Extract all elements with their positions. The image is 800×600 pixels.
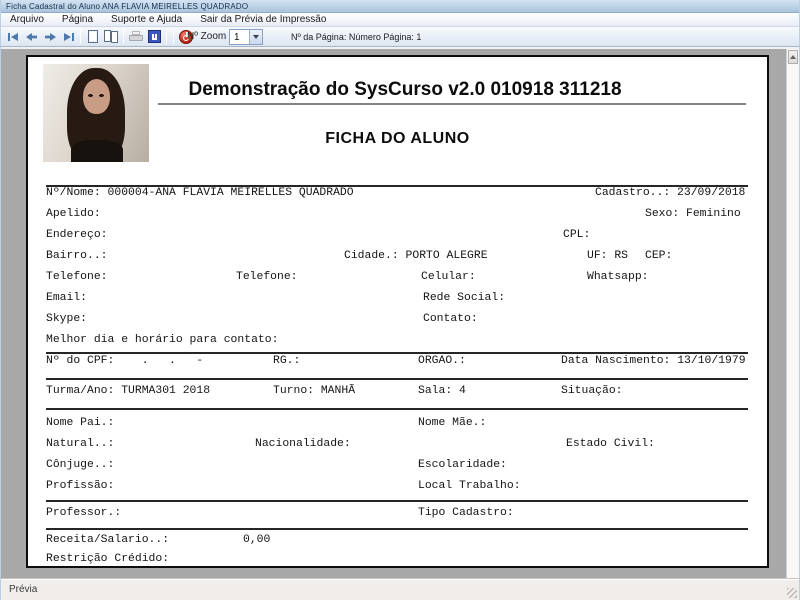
field-escolaridade: Escolaridade: (418, 459, 507, 471)
menu-arquivo[interactable]: Arquivo (1, 13, 53, 26)
field-melhor-dia: Melhor dia e horário para contato: (46, 334, 279, 346)
page-number-label: Nº da Página: Número Página: 1 (291, 31, 422, 42)
window-title: Ficha Cadastral do Aluno ANA FLAVIA MEIR… (6, 1, 249, 11)
last-page-icon (64, 32, 74, 41)
section-divider (46, 528, 748, 530)
scrollbar-thumb[interactable] (788, 50, 798, 64)
field-profissao: Profissão: (46, 480, 115, 492)
report-title-underline (158, 103, 746, 105)
preview-window: Ficha Cadastral do Aluno ANA FLAVIA MEIR… (0, 0, 800, 600)
preview-area: Demonstração do SysCurso v2.0 010918 311… (1, 47, 799, 578)
field-restricao-credito: Restrição Crédido: (46, 553, 170, 565)
field-situacao: Situação: (561, 385, 623, 397)
next-page-icon (45, 32, 56, 41)
section-divider (46, 500, 748, 502)
field-estado-civil: Estado Civil: (566, 438, 655, 450)
toolbar-separator (166, 29, 167, 44)
field-sexo: Sexo: Feminino (645, 208, 741, 220)
one-page-view-button[interactable] (85, 29, 101, 45)
resize-grip[interactable] (787, 588, 797, 598)
field-apelido: Apelido: (46, 208, 101, 220)
field-cpl: CPL: (563, 229, 591, 241)
field-endereco: Endereço: (46, 229, 108, 241)
field-skype: Skype: (46, 313, 88, 325)
field-receita-salario: Receita/Salario..: (46, 534, 170, 546)
window-titlebar[interactable]: Ficha Cadastral do Aluno ANA FLAVIA MEIR… (1, 0, 799, 13)
field-orgao: ORGAO.: (418, 355, 466, 367)
field-telefone-2: Telefone: (236, 271, 298, 283)
toolbar: Nº Zoom 1 Nº da Página: Número Página: 1 (1, 27, 799, 47)
field-cep: CEP: (645, 250, 673, 262)
toolbar-separator (123, 29, 124, 44)
section-divider (46, 408, 748, 410)
last-page-button[interactable] (60, 29, 76, 45)
field-receita-valor: 0,00 (243, 534, 271, 546)
field-nome-mae: Nome Mãe.: (418, 417, 487, 429)
field-cadastro: Cadastro..: 23/09/2018 (595, 187, 746, 199)
two-page-view-icon (104, 30, 118, 43)
field-cidade: Cidade.: PORTO ALEGRE (344, 250, 488, 262)
field-rede-social: Rede Social: (423, 292, 506, 304)
document-page: Demonstração do SysCurso v2.0 010918 311… (26, 55, 769, 568)
menu-suporte-e-ajuda[interactable]: Suporte e Ajuda (102, 13, 191, 26)
field-rg: RG.: (273, 355, 301, 367)
menu-sair-da-previa[interactable]: Sair da Prévia de Impressão (191, 13, 335, 26)
zoom-label: Nº Zoom (187, 31, 227, 42)
field-tipo-cadastro: Tipo Cadastro: (418, 507, 514, 519)
print-setup-icon (147, 30, 161, 43)
report-title: Demonstração do SysCurso v2.0 010918 311… (188, 79, 622, 100)
field-celular: Celular: (421, 271, 476, 283)
field-sala: Sala: 4 (418, 385, 466, 397)
one-page-view-icon (88, 30, 98, 43)
menu-bar: Arquivo Página Suporte e Ajuda Sair da P… (1, 13, 799, 27)
report-heading: FICHA DO ALUNO (325, 130, 470, 147)
print-button[interactable] (128, 29, 144, 45)
field-cpf: Nº do CPF: . . - (46, 355, 204, 367)
print-setup-button[interactable] (146, 29, 162, 45)
field-turma-ano: Turma/Ano: TURMA301 2018 (46, 385, 211, 397)
next-page-button[interactable] (42, 29, 58, 45)
first-page-icon (8, 32, 18, 41)
toolbar-separator (80, 29, 81, 44)
field-telefone-1: Telefone: (46, 271, 108, 283)
vertical-scrollbar[interactable] (786, 49, 799, 578)
field-nacionalidade: Nacionalidade: (255, 438, 351, 450)
zoom-value: 1 (234, 32, 240, 43)
field-natural: Natural..: (46, 438, 115, 450)
two-page-view-button[interactable] (103, 29, 119, 45)
field-bairro: Bairro..: (46, 250, 108, 262)
field-uf: UF: RS (587, 250, 629, 262)
field-professor: Professor.: (46, 507, 122, 519)
printer-icon (129, 30, 143, 43)
previous-page-button[interactable] (24, 29, 40, 45)
field-numero-nome: Nº/Nome: 000004-ANA FLAVIA MEIRELLES QUA… (46, 187, 354, 199)
zoom-select[interactable]: 1 (229, 29, 263, 45)
field-contato: Contato: (423, 313, 478, 325)
field-nome-pai: Nome Pai.: (46, 417, 115, 429)
section-divider (46, 185, 748, 187)
field-conjuge: Cônjuge..: (46, 459, 115, 471)
menu-pagina[interactable]: Página (53, 13, 102, 26)
field-whatsapp: Whatsapp: (587, 271, 649, 283)
field-data-nascimento: Data Nascimento: 13/10/1979 (561, 355, 746, 367)
first-page-button[interactable] (6, 29, 22, 45)
previous-page-icon (26, 32, 37, 41)
section-divider (46, 378, 748, 380)
field-email: Email: (46, 292, 88, 304)
toolbar-separator (173, 29, 174, 44)
chevron-down-icon[interactable] (249, 30, 262, 44)
field-turno: Turno: MANHÃ (273, 385, 356, 397)
field-local-trabalho: Local Trabalho: (418, 480, 521, 492)
section-divider (46, 352, 748, 354)
status-bar: Prévia (1, 578, 799, 600)
status-text: Prévia (9, 584, 38, 595)
